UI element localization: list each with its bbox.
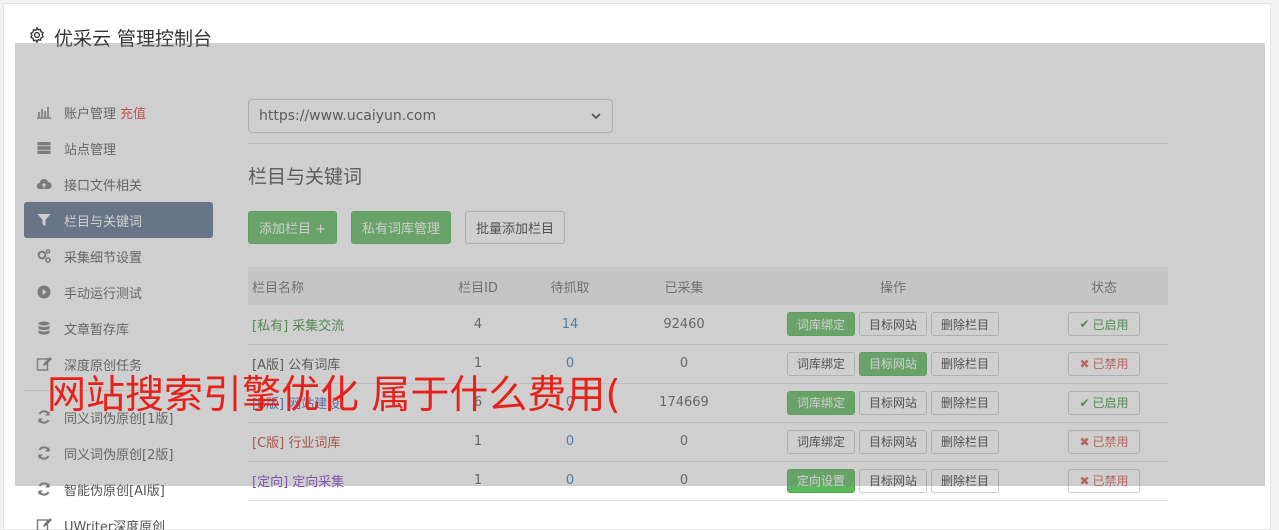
sidebar-item[interactable]: UWriter深度原创	[24, 507, 213, 530]
watermark-text: 网站搜索引擎优化 属于什么费用(	[47, 373, 621, 418]
sidebar-item-label: UWriter深度原创	[64, 519, 166, 530]
edit-icon	[35, 516, 53, 530]
